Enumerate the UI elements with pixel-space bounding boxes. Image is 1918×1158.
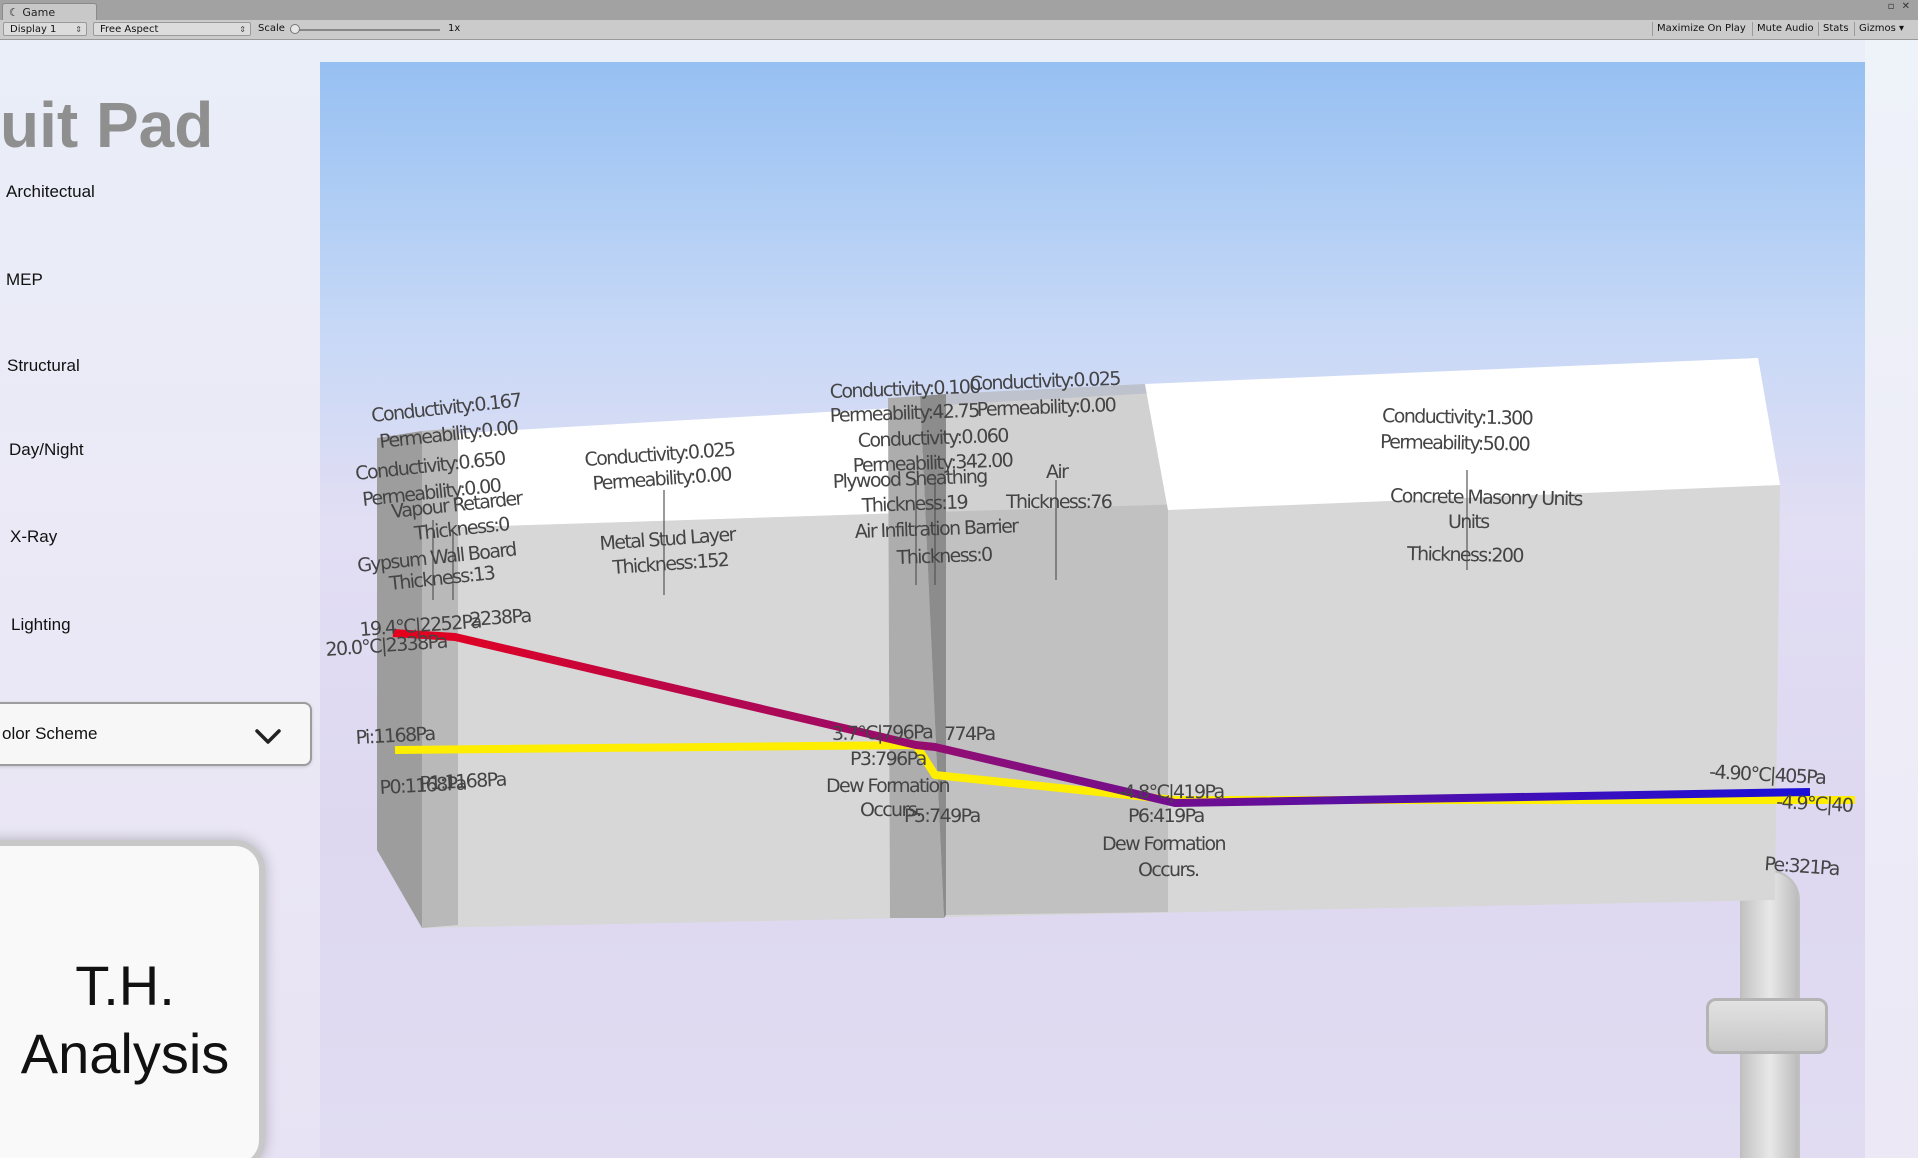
stats-button[interactable]: Stats bbox=[1818, 22, 1853, 36]
maximize-on-play-button[interactable]: Maximize On Play bbox=[1652, 22, 1750, 36]
mute-audio-button[interactable]: Mute Audio bbox=[1752, 22, 1818, 36]
plywood-thickness: Thickness:19 bbox=[860, 491, 967, 517]
scale-slider-track[interactable] bbox=[290, 29, 440, 31]
reading-pi: Pi:1168Pa bbox=[355, 723, 435, 749]
game-tab[interactable]: ☾ Game bbox=[2, 3, 97, 20]
reading-t6: -4.8°C|419Pa bbox=[1118, 781, 1224, 803]
reading-p6: P6:419Pa bbox=[1128, 805, 1204, 827]
game-view: uit Pad Architectual MEP Structural Day/… bbox=[0, 40, 1918, 1158]
aspect-dropdown[interactable]: Free Aspect ⇕ bbox=[93, 22, 251, 36]
display-dropdown[interactable]: Display 1 ⇕ bbox=[3, 22, 87, 36]
cmu-name-2: Units bbox=[1448, 511, 1489, 533]
dropdown-arrow-icon: ⇕ bbox=[239, 25, 246, 34]
reading-dew1: Dew Formation bbox=[826, 775, 950, 797]
cmu-name: Concrete Masonry Units bbox=[1390, 485, 1583, 510]
cmu-thickness: Thickness:200 bbox=[1406, 543, 1524, 567]
reading-t1b: 2238Pa bbox=[469, 605, 531, 631]
reading-dew2b: Occurs. bbox=[1138, 859, 1198, 881]
air-thickness: Thickness:76 bbox=[1005, 491, 1112, 513]
reading-p5: P5:749Pa bbox=[904, 805, 980, 827]
gizmos-label: Gizmos bbox=[1859, 23, 1896, 34]
reading-p1: P1:1168Pa bbox=[419, 769, 506, 795]
editor-tab-bar: ☾ Game ▫ ✕ bbox=[0, 0, 1918, 21]
wall-section-3d: Conductivity:0.167 Permeability:0.00 Con… bbox=[325, 358, 1855, 928]
barrier-thickness: Thickness:0 bbox=[895, 544, 992, 569]
reading-t3: 3.7°C|796Pa bbox=[832, 721, 933, 745]
window-controls[interactable]: ▫ ✕ bbox=[1888, 1, 1912, 12]
reading-te2: -4.9°C|40 bbox=[1776, 791, 1854, 817]
reading-t3b: 774Pa bbox=[944, 723, 995, 745]
dropdown-arrow-icon: ⇕ bbox=[75, 25, 82, 34]
scale-slider-handle[interactable] bbox=[290, 24, 300, 34]
reading-p3: P3:796Pa bbox=[850, 748, 926, 770]
air-name: Air bbox=[1046, 461, 1069, 483]
gizmos-button[interactable]: Gizmos ▾ bbox=[1854, 22, 1908, 36]
game-tab-label: Game bbox=[22, 6, 56, 19]
scale-value: 1x bbox=[448, 23, 461, 34]
cmu-conductivity: Conductivity:1.300 bbox=[1382, 405, 1533, 430]
reading-dew2: Dew Formation bbox=[1102, 833, 1226, 855]
scale-label: Scale bbox=[258, 23, 285, 34]
game-view-toolbar: Display 1 ⇕ Free Aspect ⇕ Scale 1x Maximiz… bbox=[0, 20, 1918, 40]
display-dropdown-label: Display 1 bbox=[10, 24, 57, 35]
game-tab-icon: ☾ bbox=[9, 6, 23, 19]
aspect-dropdown-label: Free Aspect bbox=[100, 24, 159, 35]
cmu-permeability: Permeability:50.00 bbox=[1380, 431, 1530, 456]
